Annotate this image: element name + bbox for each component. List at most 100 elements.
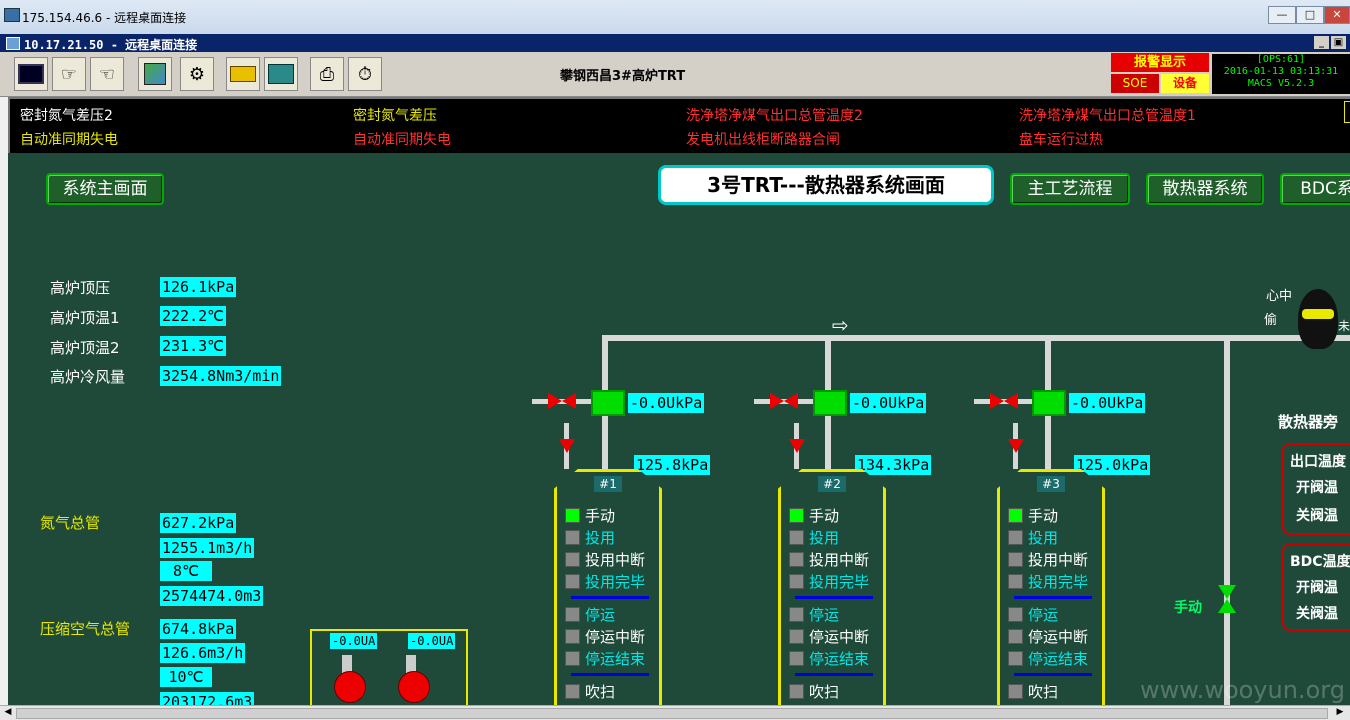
mascot-cat-icon: 心中 偷 未 (1264, 263, 1350, 379)
bypass-valve-icon[interactable] (1218, 585, 1236, 613)
nitrogen-value: 2574474.0m3 (160, 586, 264, 606)
soe-button[interactable]: SOE (1111, 74, 1159, 93)
state-purge: 吹扫 (789, 680, 879, 702)
state-in-use: 投用 (789, 526, 879, 548)
ticker-item[interactable]: 密封氮气差压 (353, 105, 437, 125)
unit3-vert-valve-icon[interactable] (1008, 439, 1024, 453)
outer-minimize-button[interactable]: — (1268, 6, 1296, 24)
unit2-tank-pressure: 134.3kPa (855, 455, 932, 475)
radiator-system-button[interactable]: 散热器系统 (1146, 173, 1264, 205)
gear-icon[interactable]: ⚙ (180, 57, 214, 91)
bypass-title: 散热器旁 (1278, 413, 1339, 431)
unit2-valve-icon[interactable] (784, 393, 798, 409)
bdc-system-button[interactable]: BDC系 (1280, 173, 1350, 205)
open-valve-label: 开阀温 (1296, 480, 1338, 496)
watermark: www.wooyun.org (1140, 676, 1345, 704)
param-label: 高炉顶温2 (50, 339, 120, 357)
compressor-motor-icon[interactable] (334, 671, 366, 703)
unit2-tank[interactable]: #2 手动 投用 投用中断 投用完毕 停运 停运中断 停运结束 吹扫 (778, 469, 886, 705)
outer-titlebar: 175.154.46.6 - 远程桌面连接 — □ ✕ (0, 0, 1350, 35)
param-value: 231.3℃ (160, 336, 226, 356)
air-value: 126.6m3/h (160, 643, 246, 663)
unit1-vert-valve-icon[interactable] (559, 439, 575, 453)
alarm-list-icon[interactable] (226, 57, 260, 91)
state-use-interrupt: 投用中断 (1008, 548, 1098, 570)
monitor-icon[interactable] (14, 57, 48, 91)
inner-rdp-icon (6, 37, 20, 50)
screen-title: 3号TRT---散热器系统画面 (658, 165, 994, 205)
unit2-valve-icon[interactable] (770, 393, 784, 409)
equipment-button[interactable]: 设备 (1161, 74, 1209, 93)
print-icon[interactable]: ⎙ (310, 57, 344, 91)
flow-arrow-icon: ⇨ (832, 313, 849, 337)
unit3-tank[interactable]: #3 手动 投用 投用中断 投用完毕 停运 停运中断 停运结束 吹扫 (997, 469, 1105, 705)
rdp-icon (4, 8, 20, 22)
open-valve-label: 开阀温 (1296, 580, 1338, 596)
version-label: MACS V5.2.3 (1247, 78, 1315, 89)
air-value: 674.8kPa (160, 619, 237, 639)
chart-window-icon[interactable] (138, 57, 172, 91)
outer-close-button[interactable]: ✕ (1324, 6, 1350, 24)
unit2-sensor-icon[interactable] (813, 390, 847, 416)
state-use-done: 投用完毕 (565, 570, 655, 592)
compressor-panel: -0.0UA -0.0UA (310, 629, 468, 705)
unit1-tank[interactable]: #1 手动 投用 投用中断 投用完毕 停运 停运中断 停运结束 吹扫 (554, 469, 662, 705)
horizontal-scrollbar[interactable]: ◀ ▶ (0, 705, 1350, 720)
outer-window-title: 175.154.46.6 - 远程桌面连接 (22, 11, 187, 25)
clock-icon[interactable]: ⏱ (348, 57, 382, 91)
close-valve-label: 关阀温 (1296, 508, 1338, 524)
hand-pointer-icon[interactable]: ☞ (52, 57, 86, 91)
process-flow-button[interactable]: 主工艺流程 (1010, 173, 1130, 205)
state-stop-interrupt: 停运中断 (565, 625, 655, 647)
state-stop-done: 停运结束 (1008, 647, 1098, 669)
unit1-valve-icon[interactable] (548, 393, 562, 409)
compressor-motor-icon[interactable] (398, 671, 430, 703)
unit3-valve-icon[interactable] (990, 393, 1004, 409)
alarm-ticker: 密封氮气差压2 密封氮气差压 洗净塔净煤气出口总管温度2 洗净塔净煤气出口总管温… (8, 97, 1350, 155)
scroll-right-icon[interactable]: ▶ (1334, 707, 1346, 718)
hand-point-icon[interactable]: ☜ (90, 57, 124, 91)
unit3-id: #3 (1037, 476, 1065, 492)
state-use-interrupt: 投用中断 (565, 548, 655, 570)
outlet-temp-panel: 出口温度 开阀温 关阀温 (1282, 443, 1350, 535)
app-title: 攀钢西昌3#高炉TRT (560, 69, 686, 84)
inner-minimize-button[interactable]: _ (1314, 36, 1329, 49)
state-manual: 手动 (1008, 504, 1098, 526)
unit1-state-list: 手动 投用 投用中断 投用完毕 停运 停运中断 停运结束 吹扫 (565, 504, 655, 702)
air-value: 203172.6m3 (160, 692, 255, 705)
state-manual: 手动 (565, 504, 655, 526)
ticker-item[interactable]: 密封氮气差压2 (20, 105, 113, 125)
datetime-label: 2016-01-13 03:13:31 (1223, 66, 1339, 77)
unit1-sensor-icon[interactable] (591, 390, 625, 416)
bdc-temp-label: BDC温度 (1290, 554, 1350, 570)
alarm-display-button[interactable]: 报警显示 (1111, 53, 1209, 72)
state-stop: 停运 (789, 603, 879, 625)
unit2-vert-valve-icon[interactable] (789, 439, 805, 453)
unit1-valve-icon[interactable] (562, 393, 576, 409)
ticker-item[interactable]: 自动准同期失电 (353, 129, 451, 149)
inner-restore-button[interactable]: ▣ (1331, 36, 1346, 49)
state-stop: 停运 (1008, 603, 1098, 625)
compressor-current: -0.0UA (330, 633, 378, 649)
ticker-item[interactable]: 洗净塔净煤气出口总管温度1 (1019, 105, 1196, 125)
outer-maximize-button[interactable]: □ (1296, 6, 1324, 24)
scroll-thumb[interactable] (16, 708, 1328, 719)
air-value: 10℃ (160, 667, 212, 687)
trend-icon[interactable] (264, 57, 298, 91)
state-use-interrupt: 投用中断 (789, 548, 879, 570)
main-screen-button[interactable]: 系统主画面 (46, 173, 164, 205)
unit3-sensor-icon[interactable] (1032, 390, 1066, 416)
scroll-left-icon[interactable]: ◀ (2, 707, 14, 718)
ticker-item[interactable]: 洗净塔净煤气出口总管温度2 (686, 105, 863, 125)
state-stop-interrupt: 停运中断 (789, 625, 879, 647)
scada-screen: 系统主画面 3号TRT---散热器系统画面 主工艺流程 散热器系统 BDC系 高… (8, 153, 1350, 705)
nitrogen-value: 8℃ (160, 561, 212, 581)
outlet-temp-label: 出口温度 (1290, 454, 1346, 470)
unit3-valve-icon[interactable] (1004, 393, 1018, 409)
ticker-item[interactable]: 发电机出线柜断路器合闸 (686, 129, 840, 149)
unit2-state-list: 手动 投用 投用中断 投用完毕 停运 停运中断 停运结束 吹扫 (789, 504, 879, 702)
ticker-item[interactable]: 自动准同期失电 (20, 129, 118, 149)
unit3-state-list: 手动 投用 投用中断 投用完毕 停运 停运中断 停运结束 吹扫 (1008, 504, 1098, 702)
ticker-item[interactable]: 盘车运行过热 (1019, 129, 1103, 149)
bypass-valve-label: 手动 (1174, 600, 1202, 616)
